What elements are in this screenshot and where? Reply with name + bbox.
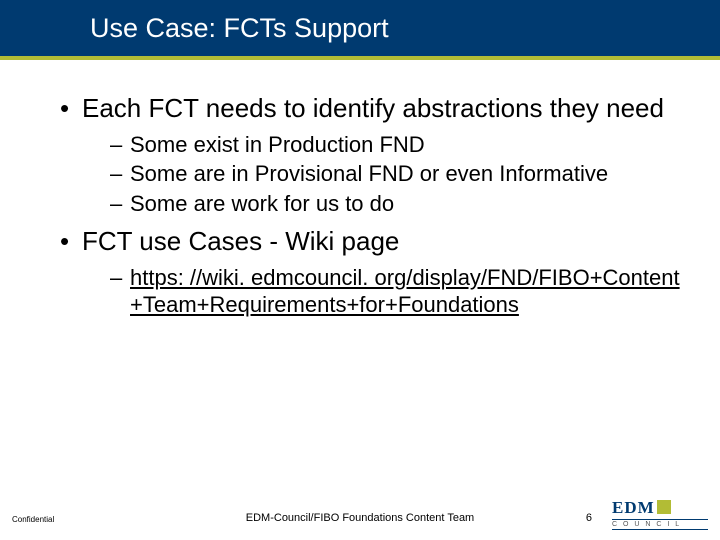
bullet-list: Each FCT needs to identify abstractions … bbox=[52, 92, 680, 319]
bullet-text: Each FCT needs to identify abstractions … bbox=[82, 93, 664, 123]
wiki-link[interactable]: https: //wiki. edmcouncil. org/display/F… bbox=[130, 265, 680, 318]
footer: Confidential EDM-Council/FIBO Foundation… bbox=[0, 500, 720, 530]
sub-item: Some are in Provisional FND or even Info… bbox=[82, 160, 680, 188]
sub-item: Some are work for us to do bbox=[82, 190, 680, 218]
page-number: 6 bbox=[586, 512, 592, 524]
sub-list: https: //wiki. edmcouncil. org/display/F… bbox=[82, 264, 680, 319]
bullet-item: FCT use Cases - Wiki page https: //wiki.… bbox=[52, 225, 680, 319]
edm-council-logo: EDM C O U N C I L bbox=[612, 498, 708, 526]
bullet-item: Each FCT needs to identify abstractions … bbox=[52, 92, 680, 217]
sub-item-link: https: //wiki. edmcouncil. org/display/F… bbox=[82, 264, 680, 319]
logo-main-text: EDM bbox=[612, 498, 655, 518]
content-area: Each FCT needs to identify abstractions … bbox=[52, 92, 680, 327]
sub-list: Some exist in Production FND Some are in… bbox=[82, 131, 680, 218]
slide: Use Case: FCTs Support Each FCT needs to… bbox=[0, 0, 720, 540]
title-band: Use Case: FCTs Support bbox=[0, 0, 720, 60]
bullet-text: FCT use Cases - Wiki page bbox=[82, 226, 399, 256]
logo-square-icon bbox=[657, 500, 671, 514]
slide-title: Use Case: FCTs Support bbox=[90, 13, 389, 44]
logo-sub-text: C O U N C I L bbox=[612, 519, 708, 530]
sub-item: Some exist in Production FND bbox=[82, 131, 680, 159]
